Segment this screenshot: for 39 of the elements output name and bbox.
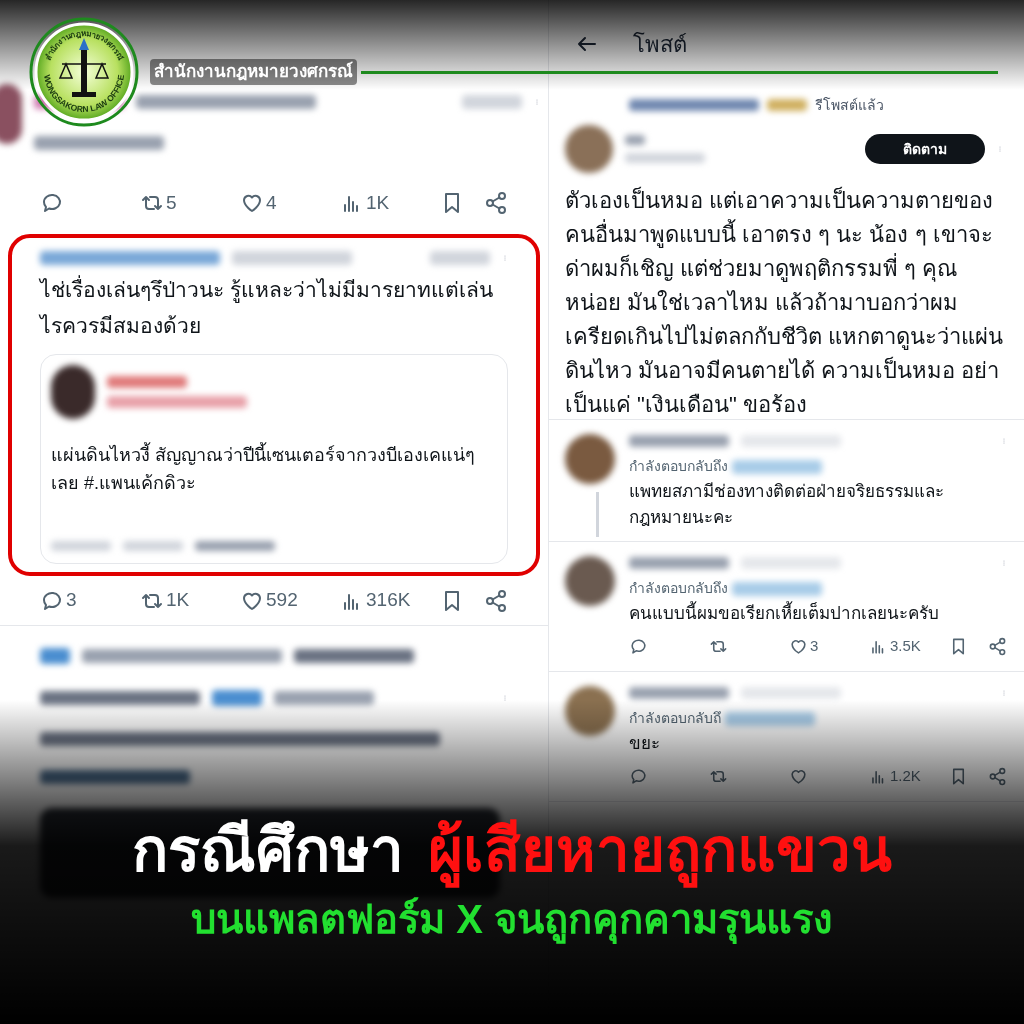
- share-icon[interactable]: [988, 636, 1007, 656]
- action-count: 3: [66, 588, 77, 613]
- reply-text: คนแบบนี้ผมขอเรียกเหี้ยเต็มปากเลยนะครับ: [629, 601, 1007, 627]
- action-count: 5: [166, 190, 177, 215]
- action-count: 1K: [166, 588, 190, 613]
- avatar: [565, 434, 615, 484]
- action-count: 3: [810, 636, 819, 656]
- reply-label: กำลังตอบกลับถึ: [629, 709, 721, 728]
- avatar: [565, 686, 615, 736]
- headline-subtitle: บนแพลตฟอร์ม X จนถูกคุกคามรุนแรง: [191, 893, 833, 945]
- share-icon[interactable]: [484, 588, 508, 613]
- page-title: โพสต์: [633, 30, 687, 59]
- headline-highlight: ผู้เสียหายถูกแขวน: [428, 815, 892, 887]
- share-icon[interactable]: [484, 191, 508, 215]
- quoted-text: แผ่นดินไหวงี้ สัญญาณว่าปีนี้เซนเตอร์จากวงบีเองเคแน่ๆเลย #.แพนเค้กดิวะ: [51, 441, 497, 497]
- action-count: 592: [266, 588, 298, 613]
- avatar: [565, 125, 613, 173]
- action-count: 316K: [366, 588, 411, 613]
- avatar: [565, 556, 615, 606]
- reply-label: กำลังตอบกลับถึง: [629, 579, 728, 598]
- follow-button[interactable]: ติดตาม: [865, 134, 985, 164]
- reply-text: ขยะ: [629, 733, 661, 755]
- avatar: [0, 84, 22, 144]
- speech-bubble-icon[interactable]: [629, 636, 648, 656]
- post-text: ตัวเองเป็นหมอ แต่เอาความเป็นความตายของคนอื่นมาพูดแบบนี้ เอาตรง ๆ นะ น้อง ๆ เขาจะด่าผมก็เชิญ แต่ช่วยมาดูพฤติกรรมพี่ ๆ คุณหน่อย มันใช่เวลาไหม แล้วถ้ามาบอกว่าผมเครียดเกินไปไม่ตลกกับชีวิต แหกตาดูนะว่าแผ่นดินไหว มันอาจมีคนตายได้ ความเป็นหมอ อย่าเป็นแค่ "เงินเดือน" ขอร้อง: [549, 180, 1024, 420]
- action-count: 4: [266, 190, 277, 215]
- avatar: [51, 365, 95, 419]
- repost-label: รีโพสต์แล้ว: [815, 95, 884, 115]
- action-count: 1.2K: [890, 766, 921, 786]
- speech-bubble-icon[interactable]: [629, 766, 648, 786]
- brand-name: สำนักงานกฎหมายวงศกรณ์: [150, 59, 357, 85]
- speech-bubble-icon[interactable]: [40, 191, 64, 215]
- action-count: 1K: [366, 190, 390, 215]
- share-icon[interactable]: [988, 766, 1007, 786]
- reply-label: กำลังตอบกลับถึง: [629, 457, 728, 476]
- action-count: 3.5K: [890, 636, 921, 656]
- post-text: ไช่เรื่องเล่นๆรึป่าวนะ รู้แหละว่าไม่มีมารยาทแต่เล่นไรควรมีสมองด้วย: [40, 272, 508, 344]
- headline-text: กรณีศึกษา: [132, 816, 404, 886]
- reply-text: แพทยสภามีช่องทางติดต่อฝ่ายจริยธรรมและกฎหมายนะคะ: [629, 481, 945, 529]
